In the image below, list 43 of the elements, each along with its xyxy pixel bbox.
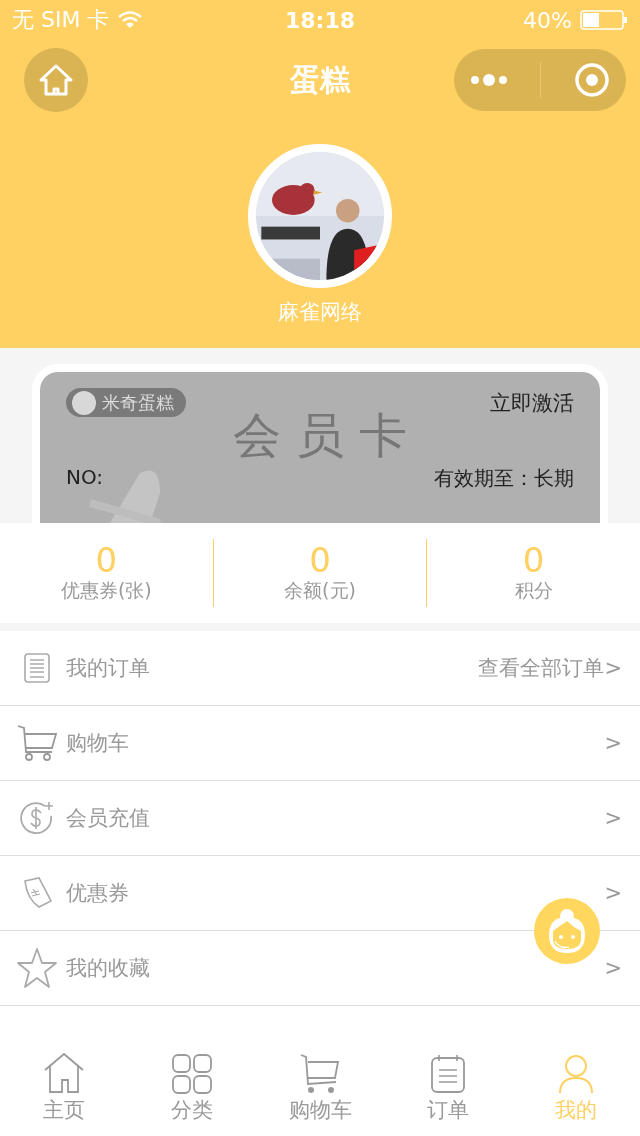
- menu-item-link[interactable]: >: [604, 806, 622, 830]
- menu-item-link[interactable]: >: [604, 881, 622, 905]
- tab-item[interactable]: 订单: [384, 1040, 512, 1136]
- person-icon: [558, 1054, 594, 1094]
- menu-item-link[interactable]: >: [604, 731, 622, 755]
- card-validity: 有效期至：长期: [434, 465, 574, 492]
- card-number: NO:: [66, 465, 104, 491]
- cart-icon: [300, 1054, 340, 1094]
- battery-icon: [580, 9, 628, 31]
- member-card[interactable]: 米奇蛋糕 立即激活 会 员 卡 NO: 有效期至：长期: [32, 364, 608, 523]
- user-name: 麻雀网络: [278, 299, 362, 326]
- stat-item[interactable]: 0 积分: [426, 539, 640, 607]
- menu-item[interactable]: 我的订单 查看全部订单>: [0, 631, 640, 706]
- page-title: 蛋糕: [290, 60, 350, 99]
- brand-logo-icon: [72, 390, 96, 415]
- grid-icon: [172, 1054, 212, 1094]
- tab-item[interactable]: 我的: [512, 1040, 640, 1136]
- menu-item-link[interactable]: 查看全部订单>: [478, 654, 622, 682]
- cart-icon: [16, 724, 58, 762]
- wifi-icon: [117, 10, 144, 30]
- stat-item[interactable]: 0 优惠券(张): [0, 539, 213, 607]
- tab-item[interactable]: 分类: [128, 1040, 256, 1136]
- close-icon[interactable]: [573, 62, 610, 98]
- more-icon[interactable]: [470, 73, 509, 87]
- tab-item[interactable]: 主页: [0, 1040, 128, 1136]
- home-icon: [43, 1052, 85, 1094]
- home-icon: [38, 63, 74, 97]
- clock-text: 18:18: [285, 7, 355, 33]
- clipboard-icon: [430, 1054, 466, 1094]
- stat-item[interactable]: 0 余额(元): [212, 539, 427, 607]
- card-title: 会 员 卡: [232, 406, 408, 465]
- menu-item-link[interactable]: >: [604, 956, 622, 980]
- brand-name: 米奇蛋糕: [102, 390, 174, 415]
- activate-link[interactable]: 立即激活: [490, 388, 574, 417]
- menu-item[interactable]: 会员充值 >: [0, 781, 640, 856]
- dollar-coin-icon: [19, 800, 55, 836]
- tab-item[interactable]: 购物车: [256, 1040, 384, 1136]
- coupon-icon: [21, 877, 53, 909]
- carrier-text: 无 SIM 卡: [12, 6, 110, 34]
- menu-item[interactable]: 购物车 >: [0, 706, 640, 781]
- receipt-icon: [22, 652, 52, 684]
- star-icon: [16, 947, 58, 989]
- battery-text: 40%: [523, 7, 572, 33]
